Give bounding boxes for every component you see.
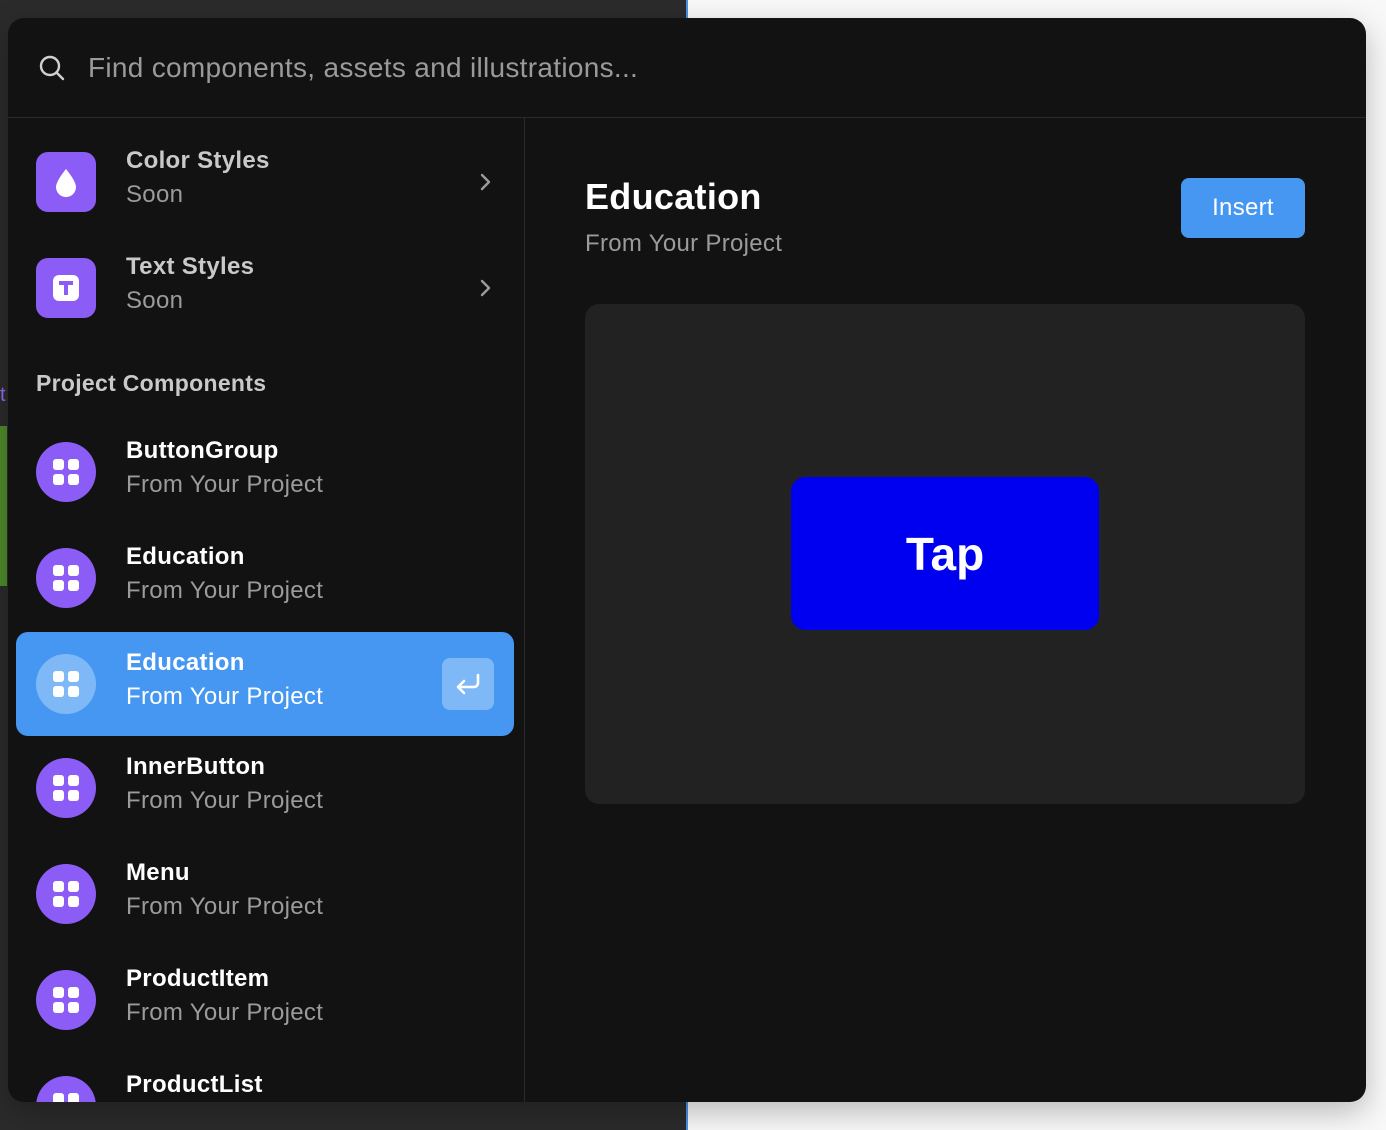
item-title: ProductItem bbox=[126, 965, 270, 992]
item-subtitle: From Your Project bbox=[126, 999, 324, 1026]
component-grid-icon bbox=[53, 881, 79, 907]
component-icon-tile bbox=[36, 654, 96, 714]
droplet-icon bbox=[56, 169, 76, 197]
component-item-text: Menu From Your Project bbox=[126, 858, 323, 926]
component-item-text: InnerButton From Your Project bbox=[126, 752, 323, 820]
item-title: Education bbox=[126, 543, 245, 570]
search-input[interactable] bbox=[88, 51, 1366, 84]
enter-return-icon bbox=[456, 673, 480, 695]
item-title: Color Styles bbox=[126, 147, 270, 174]
item-subtitle: Soon bbox=[126, 181, 184, 208]
component-icon-tile bbox=[36, 864, 96, 924]
search-icon bbox=[39, 55, 65, 80]
component-grid-icon bbox=[53, 987, 79, 1013]
component-preview: Tap bbox=[585, 304, 1305, 804]
chevron-right-icon bbox=[480, 173, 491, 191]
text-styles-item[interactable]: Text Styles Soon bbox=[16, 236, 514, 340]
component-grid-icon bbox=[53, 671, 79, 697]
item-subtitle: Soon bbox=[126, 287, 184, 314]
insert-component-modal: Color Styles Soon Text Styles bbox=[8, 18, 1366, 1102]
text-t-icon bbox=[53, 275, 79, 301]
item-title: ButtonGroup bbox=[126, 437, 279, 464]
color-styles-icon-tile bbox=[36, 152, 96, 212]
component-detail-panel: Education From Your Project Insert Tap bbox=[525, 118, 1366, 1102]
item-subtitle: From Your Project bbox=[126, 893, 324, 920]
component-item-menu[interactable]: Menu From Your Project bbox=[16, 842, 514, 946]
component-icon-tile bbox=[36, 970, 96, 1030]
item-subtitle: From Your Project bbox=[126, 471, 324, 498]
component-grid-icon bbox=[53, 1093, 79, 1102]
component-grid-icon bbox=[53, 775, 79, 801]
color-styles-item[interactable]: Color Styles Soon bbox=[16, 130, 514, 234]
component-list: Color Styles Soon Text Styles Soon Proje… bbox=[8, 118, 525, 1102]
component-item-text: ButtonGroup From Your Project bbox=[126, 436, 323, 504]
background-green-strip bbox=[0, 426, 7, 586]
chevron-right-icon bbox=[480, 279, 491, 297]
component-item-productitem[interactable]: ProductItem From Your Project bbox=[16, 948, 514, 1052]
component-icon-tile bbox=[36, 442, 96, 502]
component-item-text: Education From Your Project bbox=[126, 648, 323, 716]
item-subtitle: From Your Project bbox=[126, 577, 324, 604]
item-title: InnerButton bbox=[126, 753, 266, 780]
component-item-text: ProductItem From Your Project bbox=[126, 964, 323, 1032]
section-heading-project-components: Project Components bbox=[36, 370, 267, 396]
detail-title: Education bbox=[585, 176, 762, 217]
modal-body: Color Styles Soon Text Styles Soon Proje… bbox=[8, 118, 1366, 1102]
item-title: ProductList bbox=[126, 1071, 263, 1098]
component-item-innerbutton[interactable]: InnerButton From Your Project bbox=[16, 736, 514, 840]
component-item-education[interactable]: Education From Your Project bbox=[16, 526, 514, 630]
component-item-buttongroup[interactable]: ButtonGroup From Your Project bbox=[16, 420, 514, 524]
item-subtitle: From Your Project bbox=[126, 683, 324, 710]
component-item-education-selected[interactable]: Education From Your Project bbox=[16, 632, 514, 736]
search-bar bbox=[8, 18, 1366, 118]
component-item-text: ProductList bbox=[126, 1070, 263, 1100]
background-purple-fragment: t bbox=[0, 384, 6, 406]
text-styles-icon-tile bbox=[36, 258, 96, 318]
component-item-productlist[interactable]: ProductList bbox=[16, 1054, 514, 1102]
item-title: Menu bbox=[126, 859, 190, 886]
component-icon-tile bbox=[36, 758, 96, 818]
component-icon-tile bbox=[36, 1076, 96, 1102]
item-title: Text Styles bbox=[126, 253, 255, 280]
text-styles-text: Text Styles Soon bbox=[126, 252, 254, 320]
component-icon-tile bbox=[36, 548, 96, 608]
item-subtitle: From Your Project bbox=[126, 787, 324, 814]
detail-subtitle: From Your Project bbox=[585, 230, 783, 257]
insert-button[interactable]: Insert bbox=[1181, 178, 1305, 238]
component-grid-icon bbox=[53, 459, 79, 485]
component-grid-icon bbox=[53, 565, 79, 591]
color-styles-text: Color Styles Soon bbox=[126, 146, 270, 214]
preview-tap-button: Tap bbox=[791, 477, 1099, 630]
item-title: Education bbox=[126, 649, 245, 676]
component-item-text: Education From Your Project bbox=[126, 542, 323, 610]
enter-key-button[interactable] bbox=[442, 658, 494, 710]
